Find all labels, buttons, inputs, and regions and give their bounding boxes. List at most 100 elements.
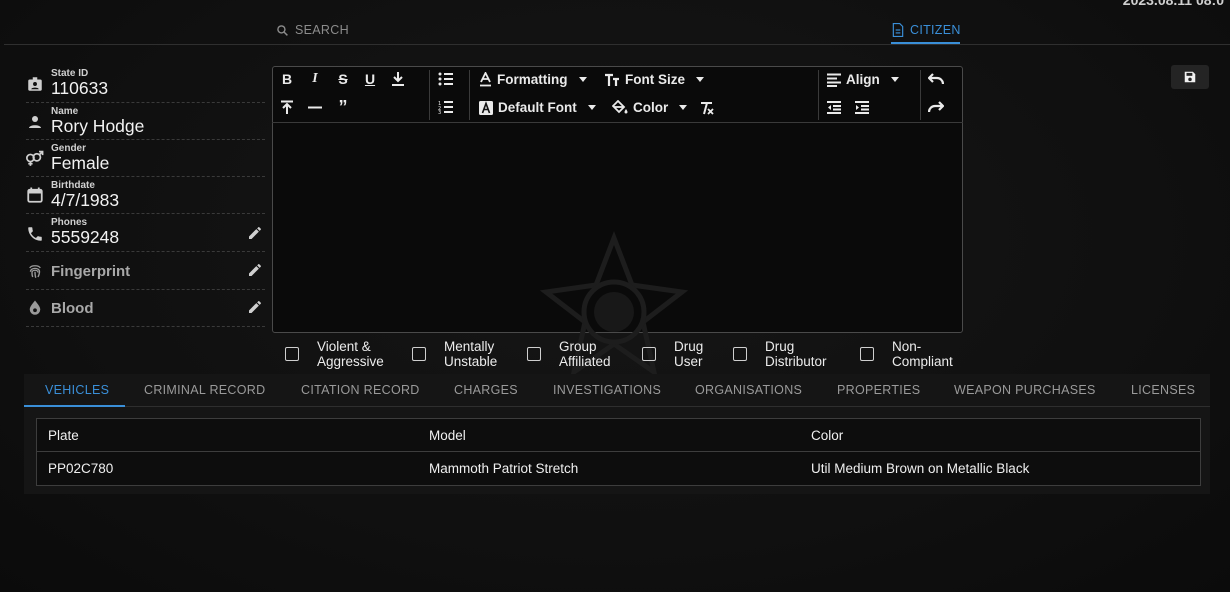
table-header-row: Plate Model Color [37,419,1200,452]
field-birthdate: Birthdate 4/7/1983 [26,177,265,214]
blood-drop-icon [29,300,41,315]
flag-label: Non- Compliant [892,339,953,369]
flag-drug-distributor[interactable]: Drug Distributor [733,339,855,369]
toolbar-divider [272,122,963,123]
color-dropdown[interactable]: Color [612,100,688,115]
formatting-dropdown[interactable]: Formatting [479,72,587,87]
clear-format-icon[interactable] [699,101,714,115]
tab-vehicles[interactable]: VEHICLES [45,383,109,397]
bold-button[interactable]: B [279,71,295,87]
active-tab-underline [891,42,960,44]
chevron-down-icon [679,105,688,110]
flag-violent-aggressive[interactable]: Violent & Aggressive [285,339,407,369]
quote-icon[interactable]: ” [334,97,352,118]
tab-criminal-record[interactable]: CRIMINAL RECORD [144,383,265,397]
color-label: Color [633,100,669,115]
field-state-id: State ID 110633 [26,66,265,103]
align-left-icon [827,73,841,87]
edit-fingerprint-pencil-icon[interactable] [247,262,263,278]
clock-text: 2023.08.11 08:0 [1122,0,1224,8]
default-font-label: Default Font [498,100,577,115]
checkbox[interactable] [860,347,874,361]
color-cell: Util Medium Brown on Metallic Black [811,461,1030,476]
edit-blood-pencil-icon[interactable] [247,299,263,315]
tab-weapon-purchases[interactable]: WEAPON PURCHASES [954,383,1096,397]
align-dropdown[interactable]: Align [827,72,899,87]
tab-organisations[interactable]: ORGANISATIONS [695,383,802,397]
chevron-down-icon [696,77,704,82]
chevron-down-icon [587,105,596,110]
person-icon [29,116,41,128]
toolbar-separator [818,70,819,120]
name-value: Rory Hodge [51,116,145,136]
font-size-label: Font Size [625,72,685,87]
field-name: Name Rory Hodge [26,103,265,140]
formatting-label: Formatting [497,72,568,87]
save-button[interactable] [1171,65,1209,89]
gender-icon [26,150,44,166]
font-icon [479,100,493,115]
paint-bucket-icon [612,100,628,114]
horizontal-rule-icon[interactable] [308,106,322,109]
checkbox[interactable] [642,347,656,361]
flag-group-affiliated[interactable]: Group Affiliated [527,339,649,369]
checkbox[interactable] [733,347,747,361]
svg-text:3: 3 [438,110,441,114]
align-label: Align [846,72,880,87]
field-blood: Blood [26,290,265,327]
field-fingerprint: Fingerprint [26,252,265,290]
checkbox[interactable] [527,347,541,361]
tab-licenses[interactable]: LICENSES [1131,383,1195,397]
text-size-icon [605,73,619,86]
column-header-color: Color [811,428,844,443]
gender-value: Female [51,153,110,173]
floppy-disk-icon [1184,71,1196,83]
table-row[interactable]: PP02C780 Mammoth Patriot Stretch Util Me… [37,451,1200,485]
flag-label: Mentally Unstable [444,339,498,369]
flag-label: Drug Distributor [765,339,827,369]
fingerprint-icon [29,265,41,278]
tab-citation-record[interactable]: CITATION RECORD [301,383,420,397]
flag-label: Group Affiliated [559,339,611,369]
superscript-icon[interactable] [280,100,294,115]
search-icon [277,24,288,36]
document-icon [892,23,904,37]
tab-search-label: SEARCH [295,23,349,37]
flag-label: Violent & Aggressive [317,339,384,369]
field-gender: Gender Female [26,140,265,177]
tab-citizen[interactable]: CITIZEN [892,23,961,37]
undo-icon[interactable] [928,73,944,86]
bullet-list-icon[interactable] [438,72,454,86]
redo-icon[interactable] [928,101,944,114]
state-id-value: 110633 [51,78,109,98]
font-size-dropdown[interactable]: Font Size [604,72,704,87]
outdent-icon[interactable] [827,101,841,114]
calendar-icon [27,187,43,203]
active-tab-underline [24,405,125,407]
flag-mentally-unstable[interactable]: Mentally Unstable [412,339,534,369]
chevron-down-icon [890,77,899,82]
column-header-model: Model [429,428,466,443]
phones-value: 5559248 [51,227,120,247]
italic-button[interactable]: I [307,71,323,87]
model-cell: Mammoth Patriot Stretch [429,461,579,476]
tab-search[interactable]: SEARCH [276,23,349,37]
flag-non-compliant[interactable]: Non- Compliant [860,339,982,369]
edit-phones-pencil-icon[interactable] [247,225,263,241]
chevron-down-icon [578,77,587,82]
font-family-dropdown[interactable]: Default Font [479,100,596,115]
indent-icon[interactable] [855,101,869,114]
blood-label: Blood [51,300,94,317]
tab-investigations[interactable]: INVESTIGATIONS [553,383,661,397]
underline-button[interactable]: U [362,71,378,87]
tab-properties[interactable]: PROPERTIES [837,383,920,397]
subscript-icon[interactable] [391,71,405,87]
phone-icon [28,227,42,241]
tab-charges[interactable]: CHARGES [454,383,518,397]
field-phones: Phones 5559248 [26,214,265,252]
strikethrough-button[interactable]: S [335,71,351,87]
checkbox[interactable] [285,347,299,361]
numbered-list-icon[interactable]: 123 [438,100,454,114]
checkbox[interactable] [412,347,426,361]
toolbar-separator [920,70,921,120]
